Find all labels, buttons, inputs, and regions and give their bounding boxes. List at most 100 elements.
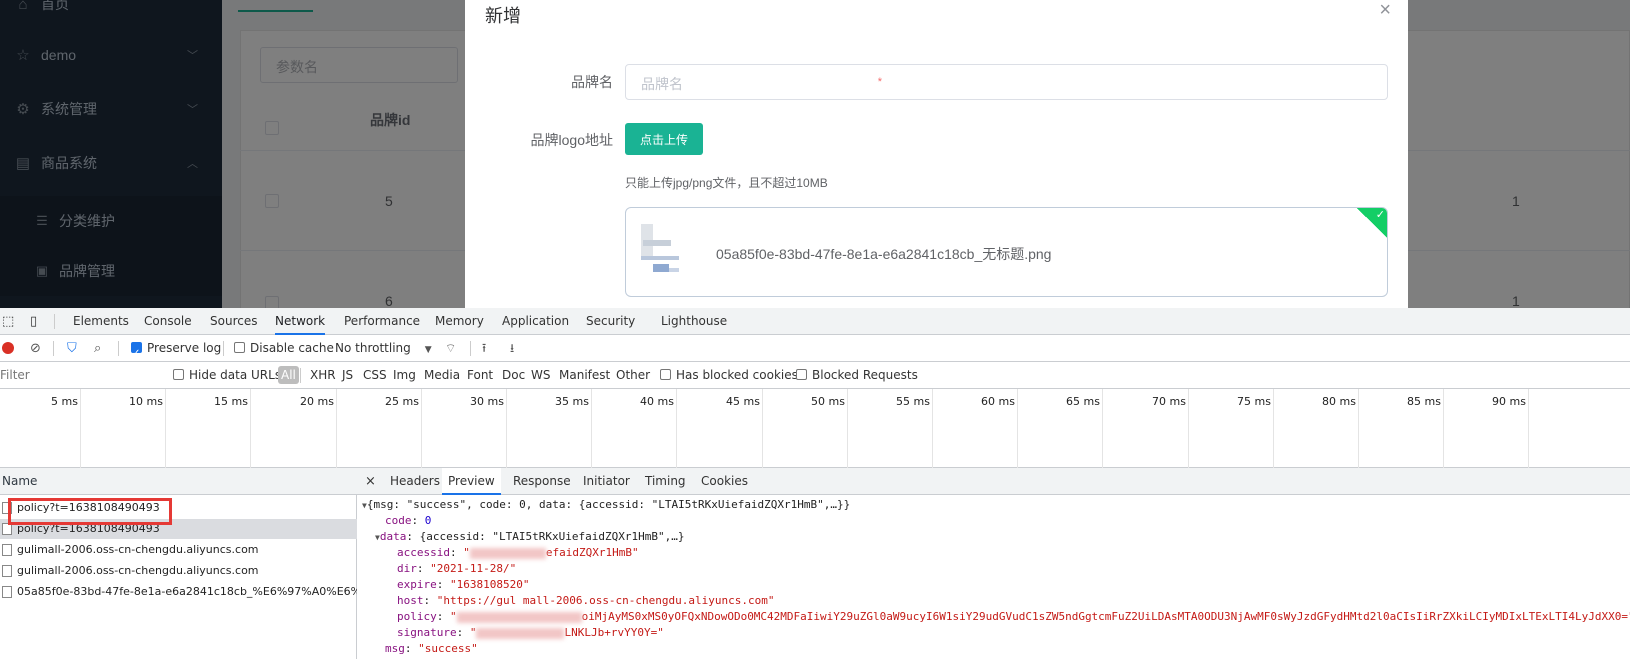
throttling-select[interactable]: No throttling ▼ xyxy=(335,335,432,362)
request-row[interactable]: gulimall-2006.oss-cn-chengdu.aliyuncs.co… xyxy=(0,561,357,581)
has-blocked-cookies-checkbox[interactable]: Has blocked cookies xyxy=(660,362,798,389)
close-icon[interactable]: × xyxy=(1379,0,1391,22)
brand-name-input[interactable]: 品牌名 xyxy=(625,64,1388,100)
upload-button[interactable]: 点击上传 xyxy=(625,123,703,155)
upload-success-badge: ✓ xyxy=(1356,208,1387,239)
timeline-gridline xyxy=(932,389,933,468)
timeline-tick-label: 65 ms xyxy=(1066,395,1100,408)
checkbox-unchecked xyxy=(173,369,184,380)
json-line-accessid: accessid: " efaidZQXr1HmB" xyxy=(397,546,639,559)
tab-elements[interactable]: Elements xyxy=(73,308,129,335)
timeline-gridline xyxy=(762,389,763,468)
filter-type-ws[interactable]: WS xyxy=(531,362,550,389)
request-detail-panel: × Headers Preview Response Initiator Tim… xyxy=(357,468,1630,659)
tab-cookies[interactable]: Cookies xyxy=(701,468,748,495)
close-icon[interactable]: × xyxy=(365,468,376,495)
logo-label: 品牌logo地址 xyxy=(530,132,613,148)
inspect-icon[interactable]: ⬚ xyxy=(2,308,14,335)
filter-type-xhr[interactable]: XHR xyxy=(310,362,336,389)
device-toggle-icon[interactable]: ▯ xyxy=(30,308,37,335)
request-row[interactable]: gulimall-2006.oss-cn-chengdu.aliyuncs.co… xyxy=(0,540,357,560)
export-har-icon[interactable]: ⭳ xyxy=(510,335,514,362)
json-key: host xyxy=(397,594,424,607)
json-line-policy: policy: " oiMjAyMS0xMS0yOFQxNDowODo0MC42M… xyxy=(397,609,1630,625)
json-value: oiMjAyMS0xMS0yOFQxNDowODo0MC42MDFaIiwiY2… xyxy=(581,610,1630,623)
checkbox-unchecked xyxy=(660,369,671,380)
disable-cache-label: Disable cache xyxy=(250,341,334,355)
json-line-expire: expire: "1638108520" xyxy=(397,578,530,591)
filter-icon[interactable]: ⛉ xyxy=(67,335,77,362)
json-summary: {msg: "success", code: 0, data: {accessi… xyxy=(366,498,851,511)
timeline-tick-label: 20 ms xyxy=(300,395,334,408)
request-list-header[interactable]: Name xyxy=(0,468,357,495)
tab-application[interactable]: Application xyxy=(502,308,569,335)
filter-type-all[interactable]: All xyxy=(278,362,299,389)
tab-performance[interactable]: Performance xyxy=(344,308,420,335)
hide-data-urls-checkbox[interactable]: Hide data URLs xyxy=(173,362,281,389)
network-timeline[interactable]: 5 ms 10 ms 15 ms 20 ms 25 ms 30 ms 35 ms 40 ms 4… xyxy=(0,389,1630,468)
filter-type-font[interactable]: Font xyxy=(467,362,493,389)
json-line-data[interactable]: ▼data: {accessid: "LTAI5tRKxUiefaidZQXr1… xyxy=(375,529,684,545)
json-line-signature: signature: " LNKLJb+rvYY0Y=" xyxy=(397,626,664,639)
redacted-blur xyxy=(476,627,565,639)
dialog-title: 新增 xyxy=(485,6,521,26)
tab-lighthouse[interactable]: Lighthouse xyxy=(661,308,727,335)
network-toolbar: ⊘ ⛉ ⌕ Preserve log Disable cache No thro… xyxy=(0,335,1630,367)
brand-name-label: * 品牌名 xyxy=(571,74,882,90)
import-har-icon[interactable]: ⭱ xyxy=(482,335,486,362)
timeline-tick-label: 70 ms xyxy=(1152,395,1186,408)
tab-security[interactable]: Security xyxy=(586,308,635,335)
timeline-tick-label: 55 ms xyxy=(896,395,930,408)
json-line-code: code: 0 xyxy=(385,514,432,527)
search-icon[interactable]: ⌕ xyxy=(94,335,101,362)
uploaded-file-card[interactable]: 05a85f0e-83bd-47fe-8e1a-e6a2841c18cb_无标题… xyxy=(625,207,1388,297)
divider xyxy=(300,368,301,383)
add-brand-dialog: 新增 × * 品牌名 品牌名 品牌logo地址 点击上传 只能上传jpg/png文… xyxy=(465,0,1408,308)
json-value: efaidZQXr1HmB" xyxy=(545,546,639,559)
timeline-tick-label: 80 ms xyxy=(1322,395,1356,408)
tab-sources[interactable]: Sources xyxy=(210,308,257,335)
filter-type-all-label: All xyxy=(278,366,299,384)
json-preview: ▼{msg: "success", code: 0, data: {access… xyxy=(357,495,1630,659)
json-root[interactable]: ▼{msg: "success", code: 0, data: {access… xyxy=(362,497,850,513)
preserve-log-label: Preserve log xyxy=(147,341,222,355)
json-value: {accessid: "LTAI5tRKxUiefaidZQXr1HmB",…} xyxy=(419,530,685,543)
timeline-gridline xyxy=(336,389,337,468)
json-value: "https://gul mall-2006.oss-cn-chengdu.al… xyxy=(436,594,775,607)
filter-input[interactable]: Filter xyxy=(0,362,30,389)
redacted-blur xyxy=(456,611,582,623)
json-key: dir xyxy=(397,562,417,575)
tab-headers[interactable]: Headers xyxy=(390,468,440,495)
filter-type-js[interactable]: JS xyxy=(342,362,353,389)
timeline-gridline xyxy=(847,389,848,468)
document-icon xyxy=(2,586,12,598)
tab-preview[interactable]: Preview xyxy=(442,468,501,495)
record-icon[interactable] xyxy=(2,335,14,362)
filter-type-img[interactable]: Img xyxy=(393,362,416,389)
clear-icon[interactable]: ⊘ xyxy=(30,335,41,362)
detail-tabbar: × Headers Preview Response Initiator Tim… xyxy=(357,468,1630,495)
tab-memory[interactable]: Memory xyxy=(435,308,484,335)
filter-type-other[interactable]: Other xyxy=(616,362,650,389)
request-name: gulimall-2006.oss-cn-chengdu.aliyuncs.co… xyxy=(17,564,259,577)
filter-type-media[interactable]: Media xyxy=(424,362,460,389)
filter-type-manifest[interactable]: Manifest xyxy=(559,362,610,389)
divider xyxy=(470,341,471,356)
tab-timing[interactable]: Timing xyxy=(645,468,686,495)
tab-network[interactable]: Network xyxy=(275,308,326,335)
disable-cache-checkbox[interactable]: Disable cache xyxy=(234,335,334,362)
tab-initiator[interactable]: Initiator xyxy=(583,468,630,495)
dropdown-arrow-icon: ▼ xyxy=(424,345,432,355)
network-conditions-icon[interactable]: ⌔ xyxy=(445,335,456,362)
request-row[interactable]: 05a85f0e-83bd-47fe-8e1a-e6a2841c18cb_%E6… xyxy=(0,582,357,602)
preserve-log-checkbox[interactable]: Preserve log xyxy=(131,335,222,367)
tab-response[interactable]: Response xyxy=(513,468,571,495)
json-value: LNKLJb+rvYY0Y=" xyxy=(564,626,664,639)
tab-console[interactable]: Console xyxy=(144,308,192,335)
json-value: "1638108520" xyxy=(450,578,530,591)
blocked-requests-checkbox[interactable]: Blocked Requests xyxy=(796,362,918,389)
timeline-tick-label: 35 ms xyxy=(555,395,589,408)
filter-type-css[interactable]: CSS xyxy=(363,362,387,389)
json-value: "2021-11-28/" xyxy=(430,562,517,575)
filter-type-doc[interactable]: Doc xyxy=(502,362,525,389)
